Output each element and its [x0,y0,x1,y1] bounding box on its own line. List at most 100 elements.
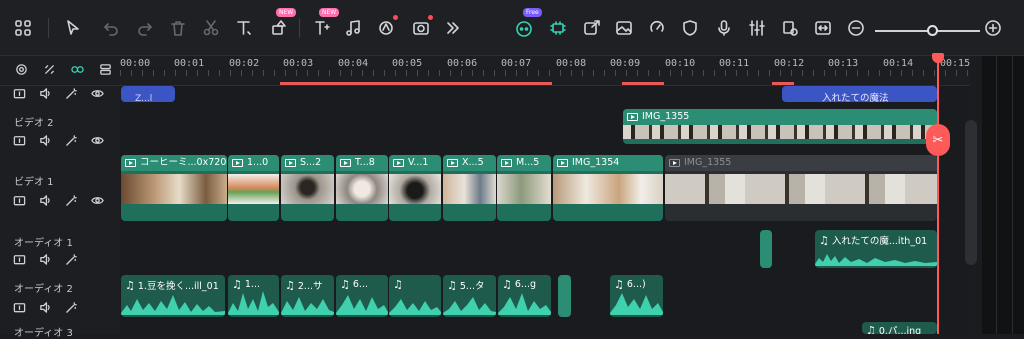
video-clip[interactable]: X...5 [443,155,496,221]
audio-clip-marker[interactable] [760,230,772,268]
audio-clip[interactable]: ♫ 1.豆を挽く...ill_01 [121,275,225,317]
ai-copilot-icon[interactable]: Free [511,8,542,41]
render-marker [772,82,794,85]
track-header-video2: ビデオ 2 [0,106,120,153]
preview-icon[interactable] [777,15,803,41]
chip-icon[interactable] [545,15,571,41]
track-label: オーディオ 1 [14,238,73,249]
video-clip[interactable]: 1...0 [228,155,279,221]
mixer-icon[interactable] [744,15,770,41]
split-button[interactable]: ✂ [926,124,950,156]
cut-icon[interactable] [198,15,224,41]
delete-icon[interactable] [165,15,191,41]
video-clip[interactable]: コーヒーミ...0x720 [121,155,227,221]
speaker-icon[interactable] [38,193,52,207]
export-frame-icon[interactable] [579,15,605,41]
effects-icon[interactable] [64,252,78,266]
zoom-out-icon[interactable] [843,15,869,41]
audio-clip[interactable]: ♫ 入れたての魔...ith_01 [815,230,937,268]
video-clip[interactable]: IMG_1355 [623,109,937,144]
audio-clip[interactable]: ♫ 2...サ [281,275,334,317]
auto-icon[interactable] [373,15,399,41]
speaker-icon[interactable] [38,86,52,100]
folder-icon[interactable] [12,300,26,314]
microphone-icon[interactable] [711,15,737,41]
vertical-scrollbar[interactable] [965,120,977,265]
track-header-title [0,86,120,106]
render-marker [622,82,664,85]
fit-icon[interactable] [810,15,836,41]
folder-icon[interactable] [12,252,26,266]
eye-icon[interactable] [90,86,104,100]
audio-clip-marker[interactable] [558,275,571,317]
text-icon[interactable] [231,15,257,41]
audio-waveform [815,254,937,266]
audio-clip[interactable]: ♫ 6... [336,275,388,317]
clip-label: コーヒーミ...0x720 [140,157,227,168]
clip-thumbnails [121,174,227,204]
video-clip[interactable]: IMG_1354 [553,155,663,221]
tick-label: 00:02 [229,58,260,69]
redo-icon[interactable] [132,15,158,41]
new-badge: NEW [276,8,297,17]
eye-icon[interactable] [90,133,104,147]
more-icon[interactable] [440,15,466,41]
speaker-icon[interactable] [38,300,52,314]
track-manager-icon[interactable] [98,62,112,76]
effects-icon[interactable] [64,133,78,147]
title-clip[interactable]: Z...l [121,86,175,102]
zoom-in-icon[interactable] [980,15,1006,41]
folder-icon[interactable] [12,193,26,207]
settings-icon[interactable] [14,62,28,76]
folder-icon[interactable] [12,133,26,147]
video-clip-ghost[interactable]: IMG_1355 [665,155,937,221]
video-clip[interactable]: S...2 [281,155,334,221]
folder-icon[interactable] [12,86,26,100]
audio-waveform [336,295,388,315]
video-clip[interactable]: M...5 [497,155,551,221]
clip-label: Z...l [135,94,153,102]
audio-clip[interactable]: ♫ 6...) [610,275,663,317]
video-clip[interactable]: T...8 [336,155,388,221]
tick-label: 00:00 [120,58,151,69]
camera-icon[interactable] [408,15,434,41]
toolbar-divider [48,18,49,38]
audio-clip[interactable]: ♫ 1... [228,275,279,317]
eye-icon[interactable] [90,193,104,207]
track-lane-audio3[interactable] [120,322,970,334]
clip-label: 入れたての魔法 [822,93,889,102]
speaker-icon[interactable] [38,252,52,266]
audio-clip[interactable]: ♫ 5...タ [443,275,496,317]
free-badge: Free [523,8,542,17]
video-icon [627,113,638,121]
crop-icon[interactable]: NEW [266,8,297,41]
audio-waveform [121,295,225,315]
audio-waveform [389,299,441,315]
pointer-icon[interactable] [60,15,86,41]
image-icon[interactable] [611,15,637,41]
playhead[interactable] [937,56,939,334]
tick-label: 00:03 [283,58,314,69]
audio-clip[interactable]: ♫ [389,275,441,317]
track-header-video1: ビデオ 1 [0,153,120,226]
clip-label: X...5 [462,157,484,168]
link-icon[interactable] [70,62,84,76]
unlink-icon[interactable] [42,62,56,76]
audio-clip[interactable]: ♫ 0.パ...ing [862,322,937,334]
undo-icon[interactable] [98,15,124,41]
audio-clip[interactable]: ♫ 6...g [498,275,551,317]
grid-icon[interactable] [10,15,36,41]
effects-icon[interactable] [64,86,78,100]
text-effect-icon[interactable]: NEW [309,8,340,41]
shield-icon[interactable] [677,15,703,41]
zoom-slider-handle[interactable] [927,25,938,36]
effects-icon[interactable] [64,300,78,314]
video-clip[interactable]: V...1 [389,155,441,221]
effects-icon[interactable] [64,193,78,207]
speaker-icon[interactable] [38,133,52,147]
tick-label: 00:11 [719,58,750,69]
music-plus-icon[interactable] [340,15,366,41]
title-clip[interactable]: 入れたての魔法 [782,86,937,102]
audio-waveform [228,291,279,315]
speed-icon[interactable] [644,15,670,41]
